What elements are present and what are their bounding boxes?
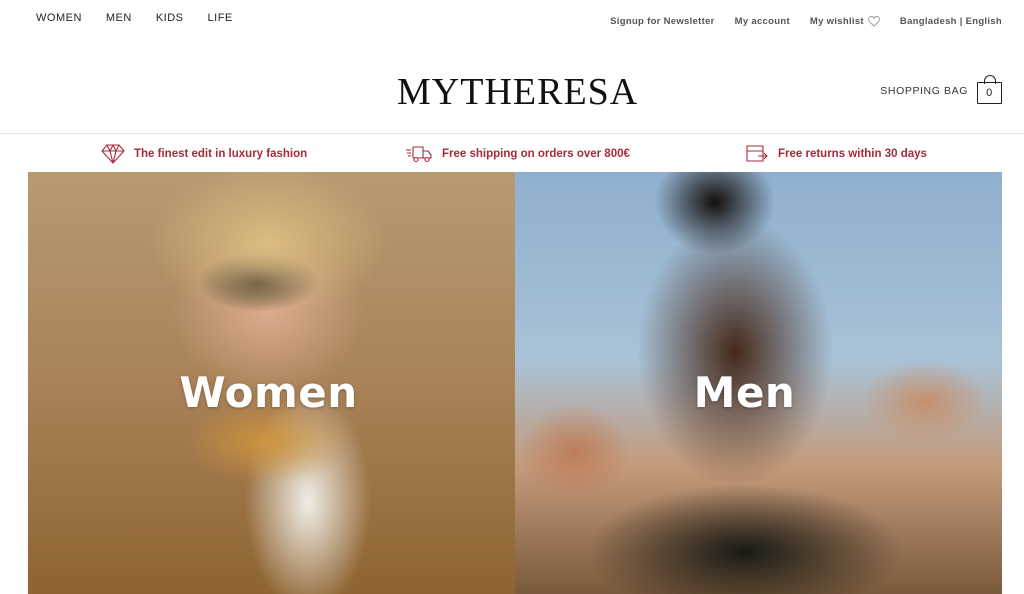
nav-kids[interactable]: KIDS — [156, 12, 184, 24]
bag-count: 0 — [986, 87, 993, 99]
hero-women-tile[interactable]: Women — [28, 172, 515, 594]
hero-women-title: Women — [179, 368, 358, 417]
returns-box-icon — [746, 145, 768, 162]
shopping-bag-label: SHOPPING BAG — [880, 85, 968, 97]
usp-item-free-returns: Free returns within 30 days — [745, 143, 927, 165]
region-selector[interactable]: Bangladesh | English — [900, 16, 1002, 27]
usp-item-free-shipping: Free shipping on orders over 800€ — [405, 143, 630, 165]
wishlist-link[interactable]: My wishlist — [810, 16, 880, 27]
usp-text: Free returns within 30 days — [778, 148, 927, 160]
diamond-icon — [101, 144, 125, 164]
delivery-truck-icon — [406, 146, 432, 163]
account-link[interactable]: My account — [735, 16, 790, 27]
site-logo[interactable]: MYTHERESA — [397, 73, 638, 111]
hero-men-title: Men — [693, 368, 796, 417]
usp-item-finest-edit: The finest edit in luxury fashion — [101, 143, 307, 165]
heart-icon — [867, 16, 880, 27]
newsletter-link[interactable]: Signup for Newsletter — [610, 16, 714, 27]
utility-nav: Signup for Newsletter My account My wish… — [610, 16, 1002, 27]
wishlist-label: My wishlist — [809, 16, 864, 27]
nav-women[interactable]: WOMEN — [36, 12, 82, 24]
top-bar: WOMEN MEN KIDS LIFE Signup for Newslette… — [0, 0, 1024, 40]
shopping-bag-button[interactable]: SHOPPING BAG 0 — [880, 75, 1002, 104]
usp-text: Free shipping on orders over 800€ — [442, 148, 630, 160]
nav-men[interactable]: MEN — [106, 12, 132, 24]
usp-text: The finest edit in luxury fashion — [134, 148, 308, 160]
category-nav: WOMEN MEN KIDS LIFE — [36, 12, 233, 24]
shopping-bag-icon: 0 — [977, 75, 1002, 104]
header-divider — [0, 133, 1024, 134]
hero-men-tile[interactable]: Men — [515, 172, 1002, 594]
nav-life[interactable]: LIFE — [208, 12, 233, 24]
